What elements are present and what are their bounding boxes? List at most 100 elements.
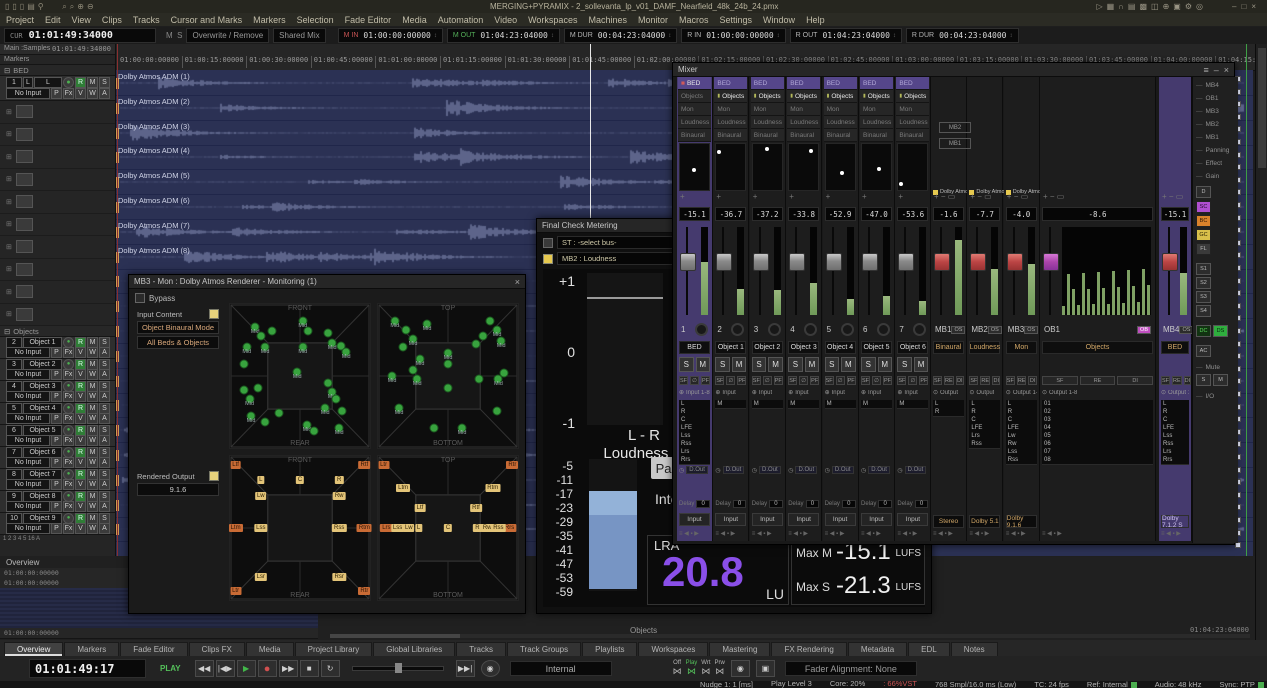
section-panning[interactable]: —Panning <box>1196 144 1238 157</box>
filter-button[interactable]: ∅ <box>908 376 917 385</box>
strip-name[interactable]: Mon <box>1006 341 1037 354</box>
track-header-8[interactable]: 8Object 7●RMSNo InputPFxVWA <box>0 469 115 491</box>
add-effect-button[interactable]: + − ▭ <box>1043 192 1064 201</box>
fl-button[interactable]: FL <box>1196 243 1211 255</box>
add-effect-button[interactable]: + <box>862 192 867 201</box>
fx-button[interactable]: Fx <box>63 347 74 358</box>
tab-fx-rendering[interactable]: FX Rendering <box>771 642 846 656</box>
mute-section[interactable]: —Mute <box>1196 361 1238 374</box>
send-slot-mon[interactable]: Mon <box>678 103 711 116</box>
delay-control[interactable]: Delay0 <box>861 499 892 509</box>
send-slot-loudness[interactable]: Loudness <box>787 116 820 129</box>
send-slot-binaural[interactable]: Binaural <box>860 129 893 142</box>
section-mb2[interactable]: —MB2 <box>1196 118 1238 131</box>
object-dot[interactable] <box>472 340 481 349</box>
bus-re-button[interactable]: RE <box>1172 376 1182 385</box>
filter-button[interactable]: PF <box>701 376 710 385</box>
send-slot-loudness[interactable]: Loudness <box>714 116 747 129</box>
s-button[interactable]: S <box>752 357 767 372</box>
close-icon[interactable]: × <box>515 277 520 287</box>
forward-button[interactable]: ▶▶ <box>279 660 298 677</box>
filter-button[interactable]: ∅ <box>836 376 845 385</box>
w-button[interactable]: W <box>87 369 98 380</box>
s-button[interactable]: S <box>715 357 730 372</box>
record-arm-button[interactable]: ● <box>63 359 74 370</box>
send-slot-binaural[interactable]: Binaural <box>714 129 747 142</box>
send-slot-binaural[interactable]: Binaural <box>751 129 784 142</box>
send-slot-objects[interactable]: ▮Objects <box>751 90 784 103</box>
tab-markers[interactable]: Markers <box>64 642 119 656</box>
menu-item-workspaces[interactable]: Workspaces <box>528 15 577 25</box>
delay-control[interactable]: Delay0 <box>715 499 746 509</box>
section-effect[interactable]: —Effect <box>1196 157 1238 170</box>
send-slot-objects[interactable]: Objects <box>678 90 711 103</box>
pan-position-dot[interactable] <box>809 149 813 153</box>
pan-pad[interactable] <box>715 143 746 191</box>
d-button[interactable]: D <box>1196 186 1211 198</box>
s-button[interactable]: S <box>861 357 876 372</box>
filter-button[interactable]: PF <box>919 376 928 385</box>
record-arm-button[interactable]: ● <box>63 491 74 502</box>
overview-row[interactable]: 01:00:00:00000 <box>0 628 318 639</box>
input-select[interactable]: No Input <box>6 479 50 490</box>
w-button[interactable]: W <box>87 88 98 99</box>
window-controls[interactable]: –□× <box>1232 2 1261 11</box>
rewind-button[interactable]: ◀◀ <box>195 660 214 677</box>
add-effect-button[interactable]: + <box>716 192 721 201</box>
fader-handle[interactable] <box>1043 253 1059 271</box>
add-effect-button[interactable]: + − ▭ <box>970 192 991 201</box>
m-button[interactable]: M <box>878 357 893 372</box>
s1-button[interactable]: S1 <box>1196 263 1211 275</box>
input-select[interactable]: No Input <box>6 435 50 446</box>
tab-global-libraries[interactable]: Global Libraries <box>373 642 455 656</box>
strip-name[interactable]: Object 2 <box>752 341 783 354</box>
a-button[interactable]: A <box>99 347 110 358</box>
s4-button[interactable]: S4 <box>1196 305 1211 317</box>
object-dot[interactable] <box>254 383 263 392</box>
ac-button[interactable]: AC <box>1196 345 1211 357</box>
add-effect-button[interactable]: + <box>898 192 903 201</box>
m-button[interactable]: M <box>87 381 98 392</box>
fader-value[interactable]: -8.6 <box>1042 207 1153 221</box>
automation-wrt-button[interactable]: Wrt⋈ <box>701 660 710 677</box>
fader-value[interactable]: -47.0 <box>861 207 892 221</box>
fader-value[interactable]: -7.7 <box>969 207 1000 221</box>
v-button[interactable]: V <box>75 479 86 490</box>
prev-frame-button[interactable]: |◀▶ <box>216 660 235 677</box>
track-header-2[interactable]: 2Object 1●RMSNo InputPFxVWA <box>0 337 115 359</box>
p-button[interactable]: P <box>51 88 62 99</box>
strip-name[interactable]: Object 1 <box>715 341 746 354</box>
s2-button[interactable]: S2 <box>1196 277 1211 289</box>
r-button[interactable]: R <box>75 77 86 88</box>
input-button[interactable]: Input <box>861 513 892 526</box>
send-slot-bed[interactable]: ■BED <box>678 77 711 90</box>
input-button[interactable]: Input <box>825 513 856 526</box>
record-arm-button[interactable]: ● <box>63 447 74 458</box>
fader-handle[interactable] <box>1007 253 1023 271</box>
collapsed-track[interactable]: ⊞ <box>0 259 115 282</box>
channel-strip-6[interactable]: BED▮ObjectsMonLoudnessBinaural+-47.06Obj… <box>859 77 895 541</box>
m-button[interactable]: M <box>87 425 98 436</box>
w-button[interactable]: W <box>87 435 98 446</box>
s-button[interactable]: S <box>99 513 110 524</box>
speaker-format[interactable]: 9.1.6 <box>137 483 219 496</box>
send-slot-bed[interactable]: BED <box>714 77 747 90</box>
track-name-field[interactable]: Object 3 <box>23 381 62 392</box>
toolbar-field-m-in[interactable]: M IN01:00:00:00000↕ <box>338 28 443 43</box>
fx-button[interactable]: Fx <box>63 88 74 99</box>
track-header-9[interactable]: 9Object 8●RMSNo InputPFxVWA <box>0 491 115 513</box>
a-button[interactable]: A <box>99 413 110 424</box>
object-dot[interactable] <box>240 360 249 369</box>
input-button[interactable]: Input <box>679 513 710 526</box>
bus-sf-button[interactable]: SF <box>1161 376 1170 385</box>
filter-button[interactable]: PF <box>737 376 746 385</box>
r-button[interactable]: R <box>75 425 86 436</box>
strip-name[interactable]: Object 3 <box>788 341 819 354</box>
toolbar-field-r-in[interactable]: R IN01:00:00:00000↕ <box>681 28 785 43</box>
filter-button[interactable]: PF <box>883 376 892 385</box>
input-select[interactable]: No Input <box>6 523 50 534</box>
tab-edl[interactable]: EDL <box>908 642 950 656</box>
direct-out[interactable]: ◷D.Out <box>861 465 892 475</box>
w-button[interactable]: W <box>87 413 98 424</box>
object-dot[interactable] <box>275 409 284 418</box>
